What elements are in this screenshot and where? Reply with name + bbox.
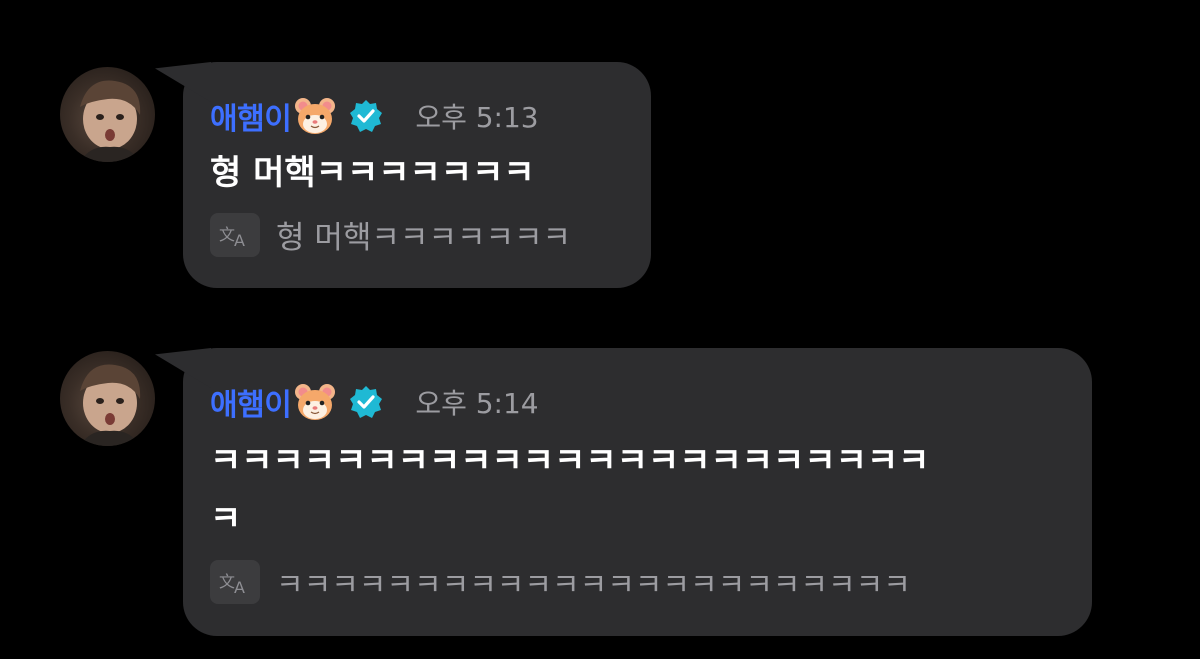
translate-icon[interactable]: 文 A [210,212,260,257]
message-header: 애햄이 [210,94,539,138]
svg-text:文: 文 [219,572,235,591]
translated-text: 형 머핵ㅋㅋㅋㅋㅋㅋㅋ [276,220,572,256]
verified-badge-icon [349,385,383,419]
sender-name[interactable]: 애햄이 [210,380,292,424]
message-time: 오후 5:13 [415,101,539,134]
message-bubble[interactable]: 애햄이 [183,348,1092,636]
sender-name[interactable]: 애햄이 [210,94,292,138]
translate-icon[interactable]: 文 A [210,560,260,604]
message-header: 애햄이 [210,380,539,424]
chat-view: 애햄이 오후 5:13 형 머핵ㅋㅋㅋㅋㅋㅋㅋ 文 A 형 머핵ㅋㅋㅋㅋㅋㅋㅋ … [0,0,1200,659]
translation-row: 文 A ㅋㅋㅋㅋㅋㅋㅋㅋㅋㅋㅋㅋㅋㅋㅋㅋㅋㅋㅋㅋㅋㅋㅋ [210,560,911,604]
translation-row: 文 A 형 머핵ㅋㅋㅋㅋㅋㅋㅋ [210,212,571,257]
message-time: 오후 5:14 [415,387,539,420]
message-text-line: ㅋ [210,499,242,539]
hamster-emoji-icon [293,380,337,424]
message-bubble[interactable]: 애햄이 [183,62,651,288]
avatar[interactable] [60,351,155,446]
hamster-emoji-icon [293,94,337,138]
translated-text: ㅋㅋㅋㅋㅋㅋㅋㅋㅋㅋㅋㅋㅋㅋㅋㅋㅋㅋㅋㅋㅋㅋㅋ [276,568,911,603]
message-text: ㅋㅋㅋㅋㅋㅋㅋㅋㅋㅋㅋㅋㅋㅋㅋㅋㅋㅋㅋㅋㅋㅋㅋ ㅋ [210,432,929,548]
svg-text:A: A [234,578,245,595]
avatar-photo [80,80,141,162]
avatar-photo [80,364,141,446]
message-text-line: ㅋㅋㅋㅋㅋㅋㅋㅋㅋㅋㅋㅋㅋㅋㅋㅋㅋㅋㅋㅋㅋㅋㅋ [210,441,930,481]
avatar[interactable] [60,67,155,162]
svg-text:文: 文 [219,225,235,244]
svg-text:A: A [234,231,245,248]
message-text: 형 머핵ㅋㅋㅋㅋㅋㅋㅋ [210,153,535,193]
verified-badge-icon [349,99,383,133]
